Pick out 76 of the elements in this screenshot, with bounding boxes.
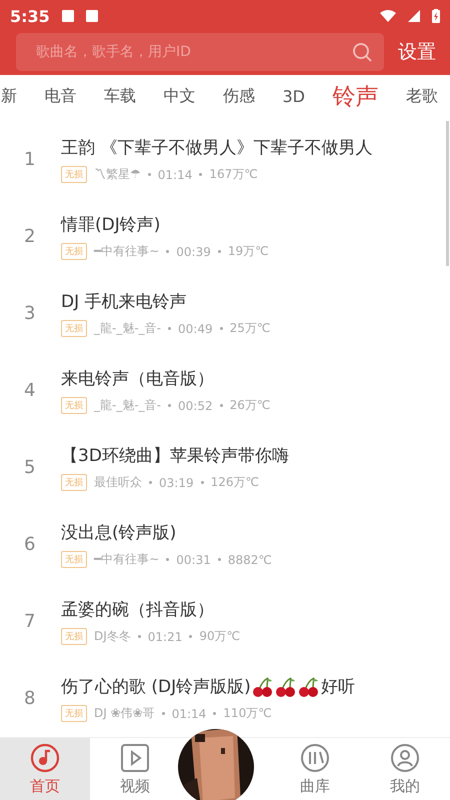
song-title[interactable]: 没出息(铃声版) [61, 521, 176, 544]
lossless-tag: 无损 [61, 705, 87, 722]
song-duration: 00:52 [178, 398, 213, 413]
rank-number: 6 [23, 534, 36, 556]
song-title[interactable]: DJ 手机来电铃声 [61, 290, 187, 314]
song-title[interactable]: 孟婆的碗（抖音版） [61, 598, 214, 622]
category-tab[interactable]: 老歌 [406, 86, 438, 107]
uploader-name: ━中有往事~ [94, 243, 160, 260]
song-duration: 01:21 [148, 630, 182, 644]
uploader-name: DJ冬冬 [94, 628, 131, 646]
nav-tab[interactable]: 我的 [360, 738, 450, 800]
lossless-tag: 无损 [61, 166, 87, 184]
uploader-name: _龍-_魅-_音- [94, 397, 161, 414]
notification-icon [86, 10, 98, 22]
cherry-icon [298, 676, 320, 698]
battery-icon [432, 9, 440, 23]
song-duration: 03:19 [159, 476, 194, 490]
song-duration: 00:49 [178, 322, 213, 336]
category-tab[interactable]: 伤感 [223, 86, 255, 107]
song-title[interactable]: 情罪(DJ铃声) [61, 213, 160, 236]
lossless-tag: 无损 [61, 243, 87, 260]
play-heat: 110万℃ [223, 705, 272, 722]
play-heat: 25万℃ [230, 320, 270, 338]
notification-icon [62, 10, 74, 22]
nav-tab[interactable]: 曲库 [270, 738, 360, 800]
song-duration: 01:14 [172, 706, 206, 721]
lossless-tag: 无损 [61, 628, 87, 646]
play-heat: 126万℃ [210, 474, 259, 492]
rank-number: 8 [23, 688, 36, 710]
user-icon [390, 742, 420, 773]
play-icon [120, 742, 150, 773]
rank-number: 4 [23, 380, 36, 402]
uploader-name: _龍-_魅-_音- [94, 320, 161, 338]
cherry-icon [252, 676, 274, 698]
category-tab[interactable]: 中文 [164, 86, 196, 107]
rank-number: 7 [23, 611, 36, 632]
uploader-name: ━中有往事~ [94, 551, 160, 568]
rank-number: 1 [23, 149, 36, 170]
rank-number: 5 [23, 457, 36, 478]
song-title-suffix: 好听 [320, 676, 355, 698]
status-time: 5:35 [10, 6, 50, 26]
uploader-name: DJ ❀伟❀哥 [94, 705, 155, 722]
category-tab[interactable]: 3D [282, 86, 305, 106]
nav-tab[interactable]: 视频 [90, 738, 180, 800]
category-tab[interactable]: 铃声 [332, 80, 378, 112]
play-heat: 19万℃ [228, 243, 269, 260]
rank-number: 3 [23, 303, 36, 324]
settings-link[interactable]: 设置 [398, 38, 436, 65]
category-tab[interactable]: 新 [1, 86, 17, 107]
lossless-tag: 无损 [61, 397, 87, 414]
lossless-tag: 无损 [61, 320, 87, 338]
play-heat: 167万℃ [209, 166, 258, 184]
search-icon [352, 42, 372, 62]
uploader-name: 〽繁星☂ [94, 166, 141, 184]
nav-tab[interactable]: 首页 [0, 738, 90, 800]
song-duration: 00:39 [176, 244, 211, 259]
rank-number: 2 [23, 226, 36, 248]
music-note-icon [30, 742, 60, 773]
wifi-icon [380, 10, 396, 22]
cherry-icon [274, 676, 297, 698]
song-title[interactable]: 来电铃声（电音版） [61, 367, 214, 390]
song-title[interactable]: 伤了心的歌 (DJ铃声版版) [61, 675, 251, 698]
song-duration: 00:31 [176, 552, 211, 567]
category-tab[interactable]: 电音 [44, 86, 76, 107]
library-icon [300, 742, 330, 773]
lossless-tag: 无损 [61, 474, 87, 492]
play-heat: 26万℃ [230, 397, 270, 414]
signal-icon [408, 10, 420, 22]
song-duration: 01:14 [158, 168, 192, 182]
song-title[interactable]: 王韵 《下辈子不做男人》下辈子不做男人 [61, 136, 372, 160]
category-tab[interactable]: 车载 [104, 86, 136, 107]
uploader-name: 最佳听众 [94, 474, 142, 492]
play-heat: 8882℃ [228, 552, 272, 567]
play-heat: 90万℃ [199, 628, 240, 646]
lossless-tag: 无损 [61, 551, 87, 568]
song-title[interactable]: 【3D环绕曲】苹果铃声带你嗨 [61, 444, 289, 468]
